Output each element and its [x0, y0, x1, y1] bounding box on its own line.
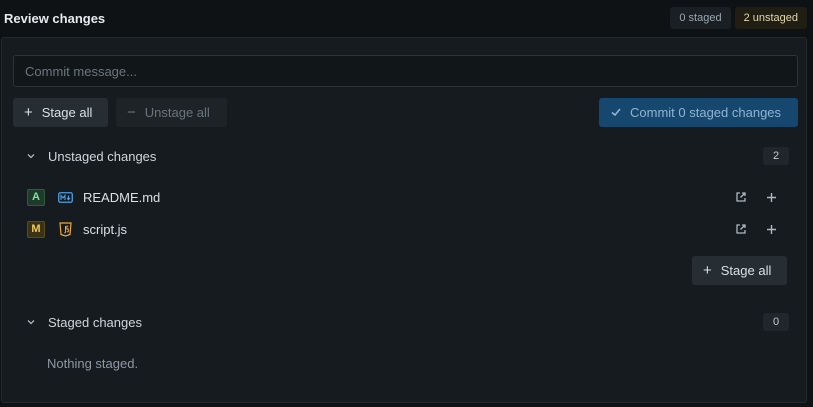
unstaged-count-badge: 2 unstaged: [734, 7, 807, 29]
stage-all-unstaged-button[interactable]: + Stage all: [692, 256, 787, 285]
staged-empty-text: Nothing staged.: [47, 356, 139, 371]
plus-icon: +: [24, 104, 33, 121]
stage-all-label: Stage all: [41, 105, 93, 120]
stage-all-label: Stage all: [720, 263, 772, 278]
file-name: README.md: [83, 189, 161, 205]
row-actions: [733, 221, 789, 237]
plus-icon: +: [703, 262, 712, 279]
staged-count-badge: 0 staged: [670, 7, 731, 29]
file-row-script[interactable]: M script.js: [27, 218, 789, 240]
chevron-down-icon[interactable]: [25, 151, 36, 162]
row-actions: [733, 189, 789, 205]
commit-button[interactable]: Commit 0 staged changes: [599, 98, 798, 127]
open-file-icon[interactable]: [733, 189, 749, 205]
status-modified-badge: M: [27, 220, 45, 238]
commit-message-input[interactable]: [13, 55, 798, 87]
check-icon: [610, 106, 622, 120]
header-badges: 0 staged 2 unstaged: [670, 7, 807, 29]
minus-icon: −: [127, 104, 136, 121]
review-panel: + Stage all − Unstage all Commit 0 stage…: [1, 37, 807, 403]
staged-section-header[interactable]: Staged changes 0: [25, 311, 789, 333]
status-added-badge: A: [27, 188, 45, 206]
file-name: script.js: [83, 221, 128, 237]
page-title: Review changes: [4, 10, 106, 26]
review-header: Review changes 0 staged 2 unstaged: [0, 0, 813, 36]
unstaged-section-header[interactable]: Unstaged changes 2: [25, 145, 789, 167]
staged-section-label: Staged changes: [48, 314, 142, 330]
file-row-readme[interactable]: A README.md: [27, 186, 789, 208]
javascript-file-icon: [57, 221, 73, 237]
unstage-all-button[interactable]: − Unstage all: [116, 98, 227, 127]
unstaged-section-label: Unstaged changes: [48, 148, 157, 164]
markdown-file-icon: [57, 189, 73, 205]
unstage-all-label: Unstage all: [144, 105, 210, 120]
unstaged-count: 2: [763, 147, 789, 165]
open-file-icon[interactable]: [733, 221, 749, 237]
chevron-down-icon[interactable]: [25, 317, 36, 328]
commit-label: Commit 0 staged changes: [630, 105, 782, 120]
stage-file-plus-icon[interactable]: [763, 189, 779, 205]
stage-all-button[interactable]: + Stage all: [13, 98, 108, 127]
stage-file-plus-icon[interactable]: [763, 221, 779, 237]
staged-count: 0: [763, 313, 789, 331]
